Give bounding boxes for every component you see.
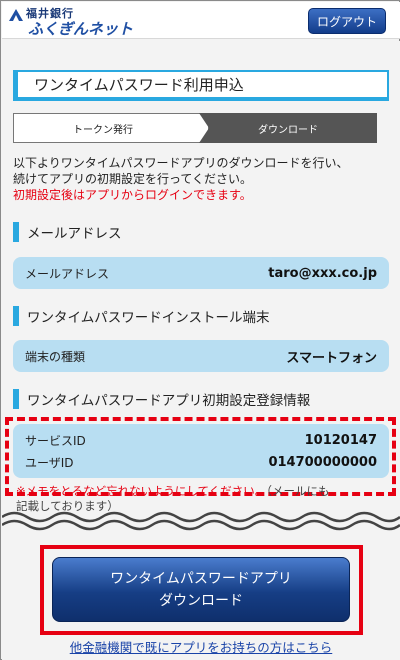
step-download: ダウンロード (199, 113, 377, 143)
screen-frame: 福井銀行 ふくぎんネット ログアウト ワンタイムパスワード利用申込 トークン発行… (0, 0, 400, 660)
email-info-box: メールアドレス taro@xxx.co.jp (13, 257, 389, 289)
page-title: ワンタイムパスワード利用申込 (13, 70, 389, 101)
main-content: ワンタイムパスワード利用申込 トークン発行 ダウンロード 以下よりワンタイムパス… (2, 41, 400, 660)
device-type-value: スマートフォン (286, 350, 377, 366)
email-value: taro@xxx.co.jp (268, 265, 377, 281)
intro-line-1: 以下よりワンタイムパスワードアプリのダウンロードを行い、 (13, 156, 349, 170)
other-institution-link[interactable]: 他金融機関で既にアプリをお持ちの方はこちら (2, 637, 400, 656)
app-header: 福井銀行 ふくぎんネット ログアウト (2, 2, 400, 39)
section-title-device: ワンタイムパスワードインストール端末 (13, 305, 389, 327)
memo-note-red: ※メモをとるなど忘れないようにしてください。 (16, 484, 267, 498)
download-button-line-1: ワンタイムパスワードアプリ (110, 570, 292, 587)
bank-logo: 福井銀行 ふくぎんネット (6, 5, 156, 38)
step-token-issue: トークン発行 (13, 113, 209, 143)
memo-note-gray-1: （メールにも (266, 484, 330, 498)
device-type-label: 端末の種類 (25, 349, 86, 364)
email-row: メールアドレス taro@xxx.co.jp (13, 263, 389, 283)
intro-warning: 初期設定後はアプリからログインできます。 (13, 188, 252, 202)
service-name: ふくぎんネット (28, 20, 134, 38)
section-title-email: メールアドレス (13, 221, 389, 243)
download-button-line-2: ダウンロード (159, 592, 243, 609)
step-indicator: トークン発行 ダウンロード (13, 113, 377, 143)
section-title-registration: ワンタイムパスワードアプリ初期設定登録情報 (13, 388, 389, 410)
device-info-box: 端末の種類 スマートフォン (13, 340, 389, 372)
intro-text: 以下よりワンタイムパスワードアプリのダウンロードを行い、 続けてアプリの初期設定… (13, 155, 391, 203)
torn-edge-divider (2, 511, 400, 537)
download-app-button[interactable]: ワンタイムパスワードアプリ ダウンロード (52, 557, 350, 622)
logout-button[interactable]: ログアウト (308, 8, 386, 34)
intro-line-2: 続けてアプリの初期設定を行ってください。 (13, 172, 253, 186)
device-row: 端末の種類 スマートフォン (13, 346, 389, 366)
email-label: メールアドレス (25, 266, 110, 281)
bank-logo-icon (9, 9, 23, 21)
